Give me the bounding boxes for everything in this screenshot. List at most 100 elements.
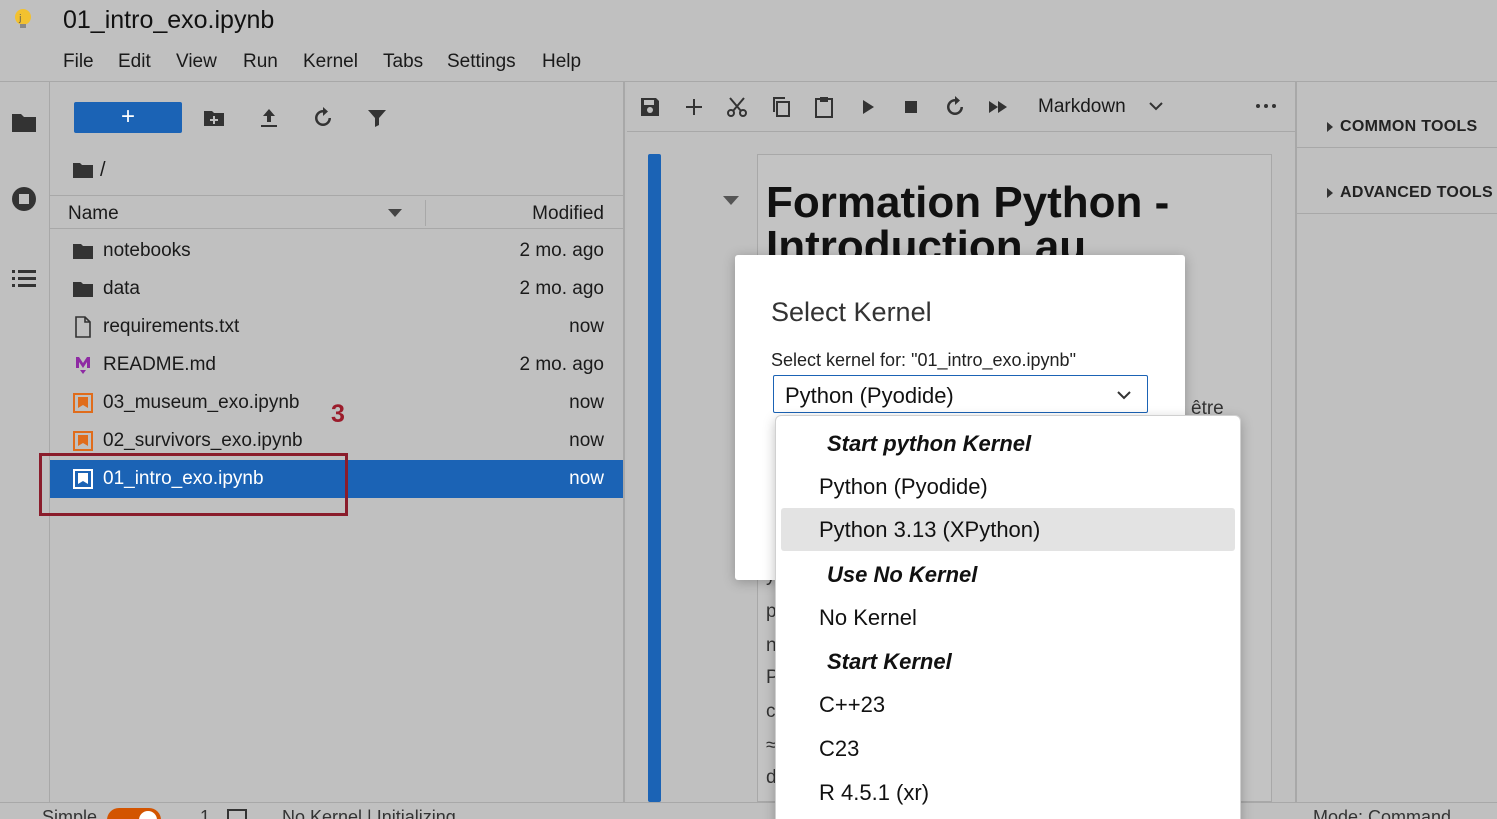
file-row[interactable]: README.md 2 mo. ago bbox=[50, 346, 623, 384]
file-modified: now bbox=[569, 468, 604, 489]
file-modified: 2 mo. ago bbox=[519, 240, 605, 261]
caret-right-icon bbox=[1327, 188, 1333, 198]
option-label: No Kernel bbox=[819, 605, 917, 630]
file-name: notebooks bbox=[103, 240, 191, 261]
svg-text:j: j bbox=[18, 14, 22, 24]
save-icon[interactable] bbox=[638, 95, 662, 119]
copy-icon[interactable] bbox=[769, 95, 793, 119]
file-browser-panel: + / Name Modified notebooks 2 mo. ago da… bbox=[50, 82, 625, 802]
run-icon[interactable] bbox=[856, 95, 880, 119]
folder-icon bbox=[73, 282, 93, 297]
kernel-option[interactable]: Python (Pyodide) bbox=[781, 465, 1235, 508]
menu-tabs[interactable]: Tabs bbox=[383, 51, 423, 73]
option-label: C23 bbox=[819, 736, 860, 761]
filter-icon[interactable] bbox=[365, 106, 389, 130]
column-divider[interactable] bbox=[425, 200, 426, 226]
notebook-toolbar: Markdown bbox=[627, 82, 1295, 132]
chevron-down-icon[interactable] bbox=[1147, 97, 1165, 115]
fast-forward-icon[interactable] bbox=[986, 95, 1010, 119]
add-cell-icon[interactable] bbox=[682, 95, 706, 119]
status-bar: Simple 1 No Kernel | Initializing Mode: … bbox=[0, 802, 1497, 819]
menu-run[interactable]: Run bbox=[243, 51, 278, 73]
option-label: C++23 bbox=[819, 692, 886, 717]
file-list-header: Name Modified bbox=[50, 195, 623, 229]
file-name: data bbox=[103, 278, 140, 299]
stop-icon[interactable] bbox=[899, 95, 923, 119]
property-inspector-panel: COMMON TOOLS ADVANCED TOOLS bbox=[1295, 82, 1497, 802]
option-group-label: Use No Kernel bbox=[827, 562, 978, 587]
menu-file[interactable]: File bbox=[63, 51, 94, 73]
title-bar: j 01_intro_exo.ipynb bbox=[0, 0, 1497, 42]
section-label: COMMON TOOLS bbox=[1340, 118, 1478, 135]
dialog-label: Select kernel for: "01_intro_exo.ipynb" bbox=[771, 350, 1076, 370]
annotation-step-number: 3 bbox=[331, 400, 345, 428]
dialog-title: Select Kernel bbox=[771, 297, 932, 327]
advanced-tools-section[interactable]: ADVANCED TOOLS bbox=[1297, 148, 1497, 214]
new-folder-icon[interactable] bbox=[202, 106, 226, 130]
file-modified: now bbox=[569, 392, 604, 413]
file-modified: now bbox=[569, 430, 604, 451]
file-modified: 2 mo. ago bbox=[519, 354, 605, 375]
kernel-option[interactable]: No Kernel bbox=[781, 596, 1235, 639]
option-group-label: Start python Kernel bbox=[827, 431, 1032, 456]
menu-kernel[interactable]: Kernel bbox=[303, 51, 358, 73]
option-label: R 4.5.1 (xr) bbox=[819, 780, 930, 805]
markdown-file-icon bbox=[76, 357, 90, 374]
option-group-label: Start Kernel bbox=[827, 649, 952, 674]
simple-mode-label: Simple bbox=[42, 807, 98, 819]
kernel-option-hovered[interactable]: Python 3.13 (XPython) bbox=[781, 508, 1235, 551]
folder-icon bbox=[73, 163, 93, 178]
more-options-icon[interactable] bbox=[1254, 96, 1278, 116]
file-name: requirements.txt bbox=[103, 316, 240, 337]
menu-settings[interactable]: Settings bbox=[447, 51, 516, 73]
active-cell-indicator[interactable] bbox=[648, 154, 661, 802]
file-row[interactable]: notebooks 2 mo. ago bbox=[50, 232, 623, 270]
file-row[interactable]: requirements.txt now bbox=[50, 308, 623, 346]
refresh-icon[interactable] bbox=[311, 106, 335, 130]
table-of-contents-icon[interactable] bbox=[10, 265, 38, 293]
folder-icon bbox=[73, 244, 93, 259]
notebook-heading: Formation Python - bbox=[766, 178, 1170, 227]
annotation-highlight-box bbox=[39, 453, 348, 516]
sort-caret-icon[interactable] bbox=[388, 209, 402, 217]
caret-right-icon bbox=[1327, 122, 1333, 132]
cell-type-select[interactable]: Markdown bbox=[1038, 96, 1126, 118]
file-modified: 2 mo. ago bbox=[519, 278, 605, 299]
restart-icon[interactable] bbox=[943, 95, 967, 119]
kernel-option[interactable]: C23 bbox=[781, 727, 1235, 770]
common-tools-section[interactable]: COMMON TOOLS bbox=[1297, 82, 1497, 148]
terminal-icon[interactable] bbox=[226, 807, 248, 819]
cut-icon[interactable] bbox=[725, 95, 749, 119]
column-modified-header[interactable]: Modified bbox=[532, 203, 604, 225]
paste-icon[interactable] bbox=[812, 95, 836, 119]
option-label: Python (Pyodide) bbox=[819, 474, 988, 499]
menu-view[interactable]: View bbox=[176, 51, 217, 73]
upload-icon[interactable] bbox=[257, 106, 281, 130]
breadcrumb[interactable]: / bbox=[72, 158, 106, 182]
folder-icon[interactable] bbox=[10, 108, 38, 136]
file-modified: now bbox=[569, 316, 604, 337]
kernel-option[interactable]: C++23 bbox=[781, 683, 1235, 726]
collapse-heading-caret-icon[interactable] bbox=[723, 196, 739, 205]
editor-mode: Mode: Command bbox=[1313, 807, 1452, 819]
new-launcher-button[interactable]: + bbox=[74, 102, 182, 133]
kernel-dropdown-list: Start python Kernel Python (Pyodide) Pyt… bbox=[775, 415, 1241, 819]
toggle-knob bbox=[139, 811, 157, 819]
simple-mode-toggle[interactable] bbox=[107, 808, 161, 819]
breadcrumb-root[interactable]: / bbox=[100, 159, 106, 182]
file-name: 03_museum_exo.ipynb bbox=[103, 392, 300, 413]
menu-help[interactable]: Help bbox=[542, 51, 581, 73]
menu-bar: File Edit View Run Kernel Tabs Settings … bbox=[0, 42, 1497, 82]
kernel-option[interactable]: R 4.5.1 (xr) bbox=[781, 771, 1235, 814]
chevron-down-icon bbox=[1117, 391, 1131, 400]
kernel-select-value: Python (Pyodide) bbox=[785, 383, 954, 408]
column-name-header[interactable]: Name bbox=[68, 203, 119, 225]
menu-edit[interactable]: Edit bbox=[118, 51, 151, 73]
running-kernels-icon[interactable] bbox=[10, 185, 38, 213]
kernel-count: 1 bbox=[200, 807, 211, 819]
text-file-icon bbox=[75, 316, 91, 338]
file-row[interactable]: data 2 mo. ago bbox=[50, 270, 623, 308]
notebook-file-icon bbox=[73, 431, 93, 451]
kernel-select[interactable]: Python (Pyodide) bbox=[773, 375, 1148, 413]
kernel-status[interactable]: No Kernel | Initializing bbox=[282, 807, 456, 819]
